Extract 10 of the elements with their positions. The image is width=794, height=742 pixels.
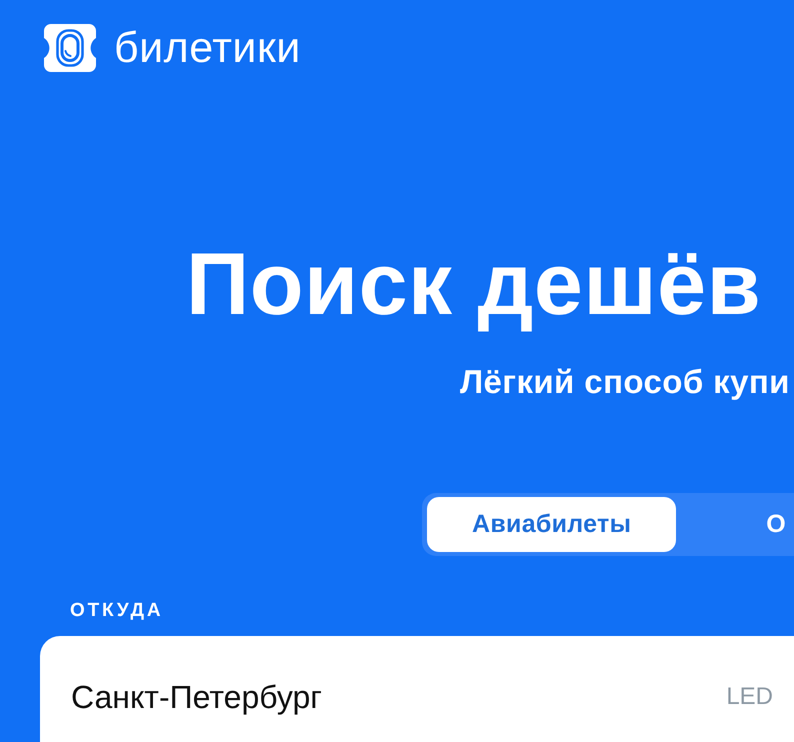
brand-name: билетики bbox=[114, 24, 301, 72]
field-label: ОТКУДА bbox=[70, 600, 164, 622]
airport-code: LED bbox=[726, 682, 773, 712]
field-value: Санкт-Петербург bbox=[71, 678, 322, 717]
departure-field[interactable]: Санкт-Петербург LED bbox=[40, 636, 794, 742]
hero-subtitle: Лёгкий способ купи bbox=[460, 363, 790, 401]
tab[interactable]: Авиабилеты bbox=[427, 497, 676, 552]
tab[interactable]: О bbox=[721, 497, 786, 552]
hero-title: Поиск дешёв bbox=[186, 234, 762, 334]
ticket-logo-icon bbox=[44, 24, 96, 72]
